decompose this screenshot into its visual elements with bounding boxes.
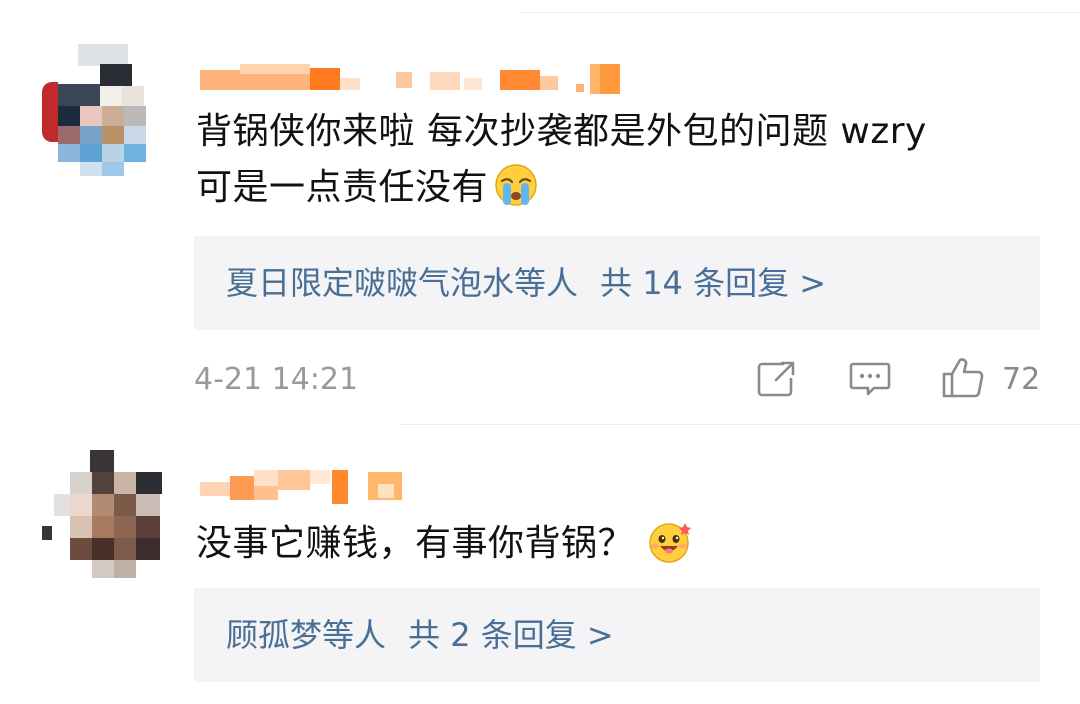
username-redacted[interactable] xyxy=(200,470,410,510)
like-count: 72 xyxy=(1002,362,1041,397)
reply-names: 顾孤梦等人 xyxy=(226,616,387,654)
reply-count: 共 2 条回复 > xyxy=(408,616,614,654)
comment-text-line: 可是一点责任没有 xyxy=(196,167,489,208)
comment-thread: 背锅侠你来啦 每次抄袭都是外包的问题 wzry 可是一点责任没有 夏日限定啵啵气… xyxy=(0,0,1080,704)
reply-count: 共 14 条回复 > xyxy=(600,264,827,302)
timestamp: 4-21 14:21 xyxy=(194,362,359,397)
crying-face-icon xyxy=(495,164,537,206)
like-icon[interactable] xyxy=(940,356,986,400)
comment-text-line: 背锅侠你来啦 每次抄袭都是外包的问题 wzry xyxy=(196,111,927,152)
divider xyxy=(400,424,1080,425)
shy-grinning-face-icon xyxy=(649,523,692,563)
comment-text-line: 没事它赚钱，有事你背锅？ xyxy=(196,523,635,564)
username-redacted[interactable] xyxy=(200,64,620,104)
replies-link[interactable]: 顾孤梦等人共 2 条回复 > xyxy=(194,588,1040,682)
avatar[interactable] xyxy=(40,450,162,600)
comment-icon[interactable] xyxy=(848,356,892,400)
divider xyxy=(520,12,1080,13)
comment-text: 背锅侠你来啦 每次抄袭都是外包的问题 wzry 可是一点责任没有 xyxy=(196,104,927,216)
comment-text: 没事它赚钱，有事你背锅？ xyxy=(196,516,694,572)
replies-link[interactable]: 夏日限定啵啵气泡水等人共 14 条回复 > xyxy=(194,236,1040,330)
share-icon[interactable] xyxy=(756,356,798,400)
avatar[interactable] xyxy=(38,44,158,194)
reply-names: 夏日限定啵啵气泡水等人 xyxy=(226,264,579,302)
